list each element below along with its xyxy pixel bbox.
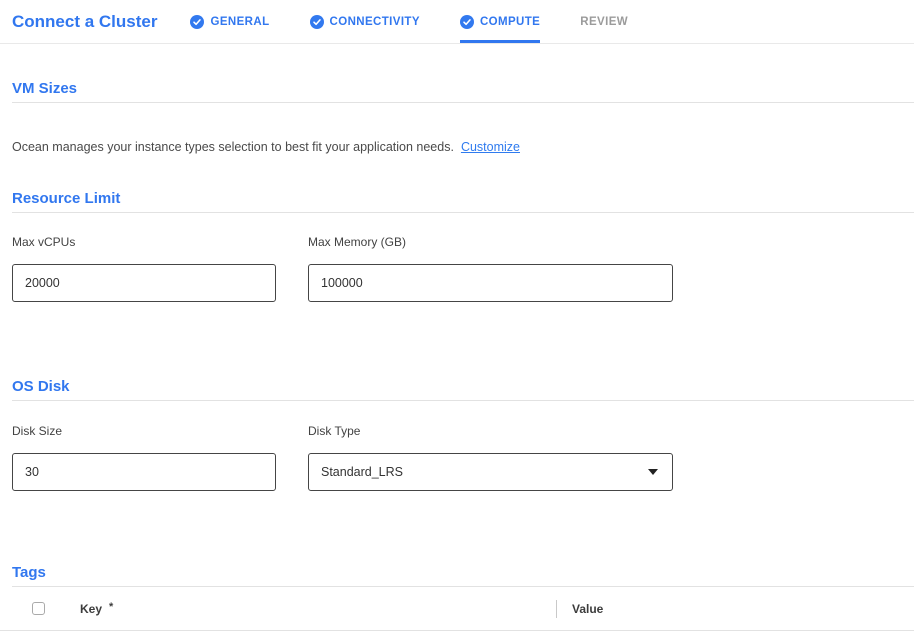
check-circle-icon (310, 15, 324, 29)
customize-link[interactable]: Customize (461, 140, 520, 154)
disk-type-label: Disk Type (308, 424, 673, 438)
disk-size-label: Disk Size (12, 424, 276, 438)
wizard-header: Connect a Cluster GENERAL CONNECTIVITY C… (0, 0, 914, 44)
required-marker: * (109, 601, 113, 613)
max-vcpus-field: Max vCPUs (12, 235, 276, 302)
os-disk-fields: Disk Size Disk Type Standard_LRS (12, 424, 914, 491)
tab-label: CONNECTIVITY (330, 16, 420, 28)
tags-table-header-row: Key * Value (0, 587, 914, 631)
divider (12, 400, 914, 401)
max-memory-input[interactable] (308, 264, 673, 302)
tab-label: GENERAL (210, 16, 269, 28)
section-tags: Tags Key * Value (0, 563, 914, 631)
max-vcpus-label: Max vCPUs (12, 235, 276, 249)
max-memory-field: Max Memory (GB) (308, 235, 673, 302)
divider (12, 212, 914, 213)
tab-label: COMPUTE (480, 16, 540, 28)
vm-sizes-description-text: Ocean manages your instance types select… (12, 140, 454, 154)
divider (12, 102, 914, 103)
section-vm-sizes: VM Sizes Ocean manages your instance typ… (0, 79, 914, 155)
section-os-disk: OS Disk Disk Size Disk Type Standard_LRS (0, 377, 914, 491)
max-vcpus-input[interactable] (12, 264, 276, 302)
connect-cluster-page: Connect a Cluster GENERAL CONNECTIVITY C… (0, 0, 914, 631)
disk-size-field: Disk Size (12, 424, 276, 491)
tab-label: REVIEW (580, 16, 628, 28)
disk-type-selected-value: Standard_LRS (321, 465, 403, 479)
resource-limit-heading: Resource Limit (12, 189, 914, 209)
max-memory-label: Max Memory (GB) (308, 235, 673, 249)
disk-type-select[interactable]: Standard_LRS (308, 453, 673, 491)
check-circle-icon (190, 15, 204, 29)
vm-sizes-heading: VM Sizes (12, 79, 914, 99)
vm-sizes-description: Ocean manages your instance types select… (12, 140, 914, 155)
caret-down-icon (648, 469, 658, 475)
tags-key-column-header: Key (80, 602, 102, 616)
tab-compute[interactable]: COMPUTE (460, 0, 540, 43)
tags-value-column-header: Value (572, 602, 603, 616)
disk-size-input[interactable] (12, 453, 276, 491)
resource-limit-fields: Max vCPUs Max Memory (GB) (12, 235, 914, 302)
tab-review[interactable]: REVIEW (580, 0, 628, 43)
tags-heading: Tags (12, 563, 914, 583)
wizard-tabs: GENERAL CONNECTIVITY COMPUTE REVIEW (190, 0, 668, 43)
section-resource-limit: Resource Limit Max vCPUs Max Memory (GB) (0, 189, 914, 302)
tab-connectivity[interactable]: CONNECTIVITY (310, 0, 420, 43)
check-circle-icon (460, 15, 474, 29)
os-disk-heading: OS Disk (12, 377, 914, 397)
select-all-checkbox[interactable] (32, 602, 45, 615)
column-divider (556, 600, 557, 618)
tab-general[interactable]: GENERAL (190, 0, 269, 43)
page-title: Connect a Cluster (12, 12, 157, 32)
disk-type-field: Disk Type Standard_LRS (308, 424, 673, 491)
